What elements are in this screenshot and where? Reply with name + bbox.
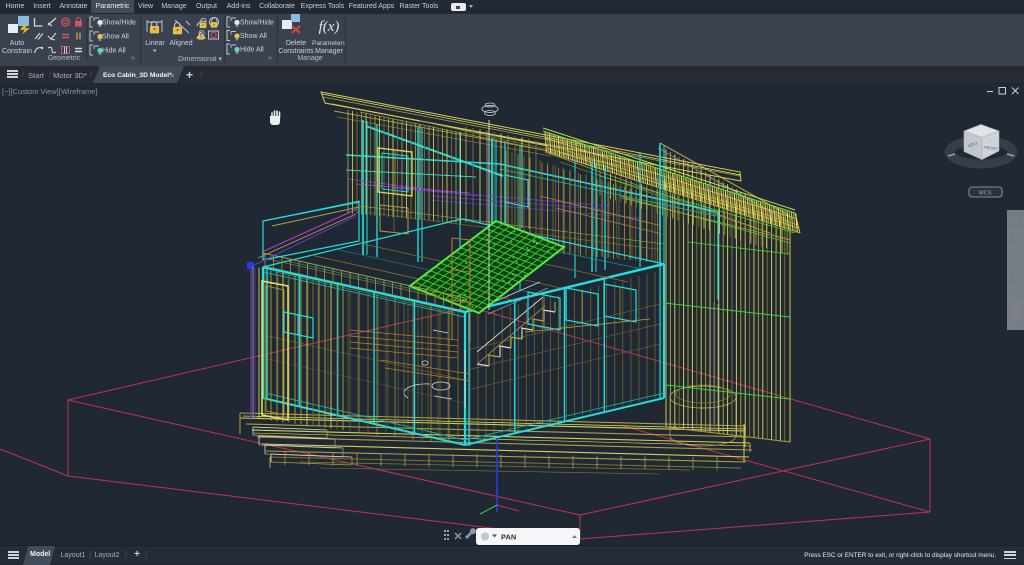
svg-text:PAN: PAN — [501, 533, 516, 542]
svg-text:WCS: WCS — [979, 191, 992, 197]
svg-text:f(x): f(x) — [319, 19, 340, 35]
svg-text:Show All: Show All — [102, 34, 129, 41]
svg-text:Constraints: Constraints — [278, 48, 314, 55]
svg-text:Hide All: Hide All — [240, 47, 264, 54]
svg-text:Show/Hide: Show/Hide — [240, 20, 274, 27]
svg-text:Delete: Delete — [286, 40, 306, 47]
svg-text:Linear: Linear — [145, 40, 165, 47]
svg-text:Auto: Auto — [10, 40, 25, 47]
svg-text:Parameters: Parameters — [312, 40, 347, 47]
svg-text:Constrain: Constrain — [2, 48, 32, 55]
svg-text:Show All: Show All — [240, 33, 267, 40]
svg-text:Hide All: Hide All — [102, 48, 126, 55]
svg-text:Show/Hide: Show/Hide — [102, 20, 136, 27]
svg-text:Aligned: Aligned — [169, 40, 192, 47]
svg-text:Manager: Manager — [315, 48, 343, 55]
